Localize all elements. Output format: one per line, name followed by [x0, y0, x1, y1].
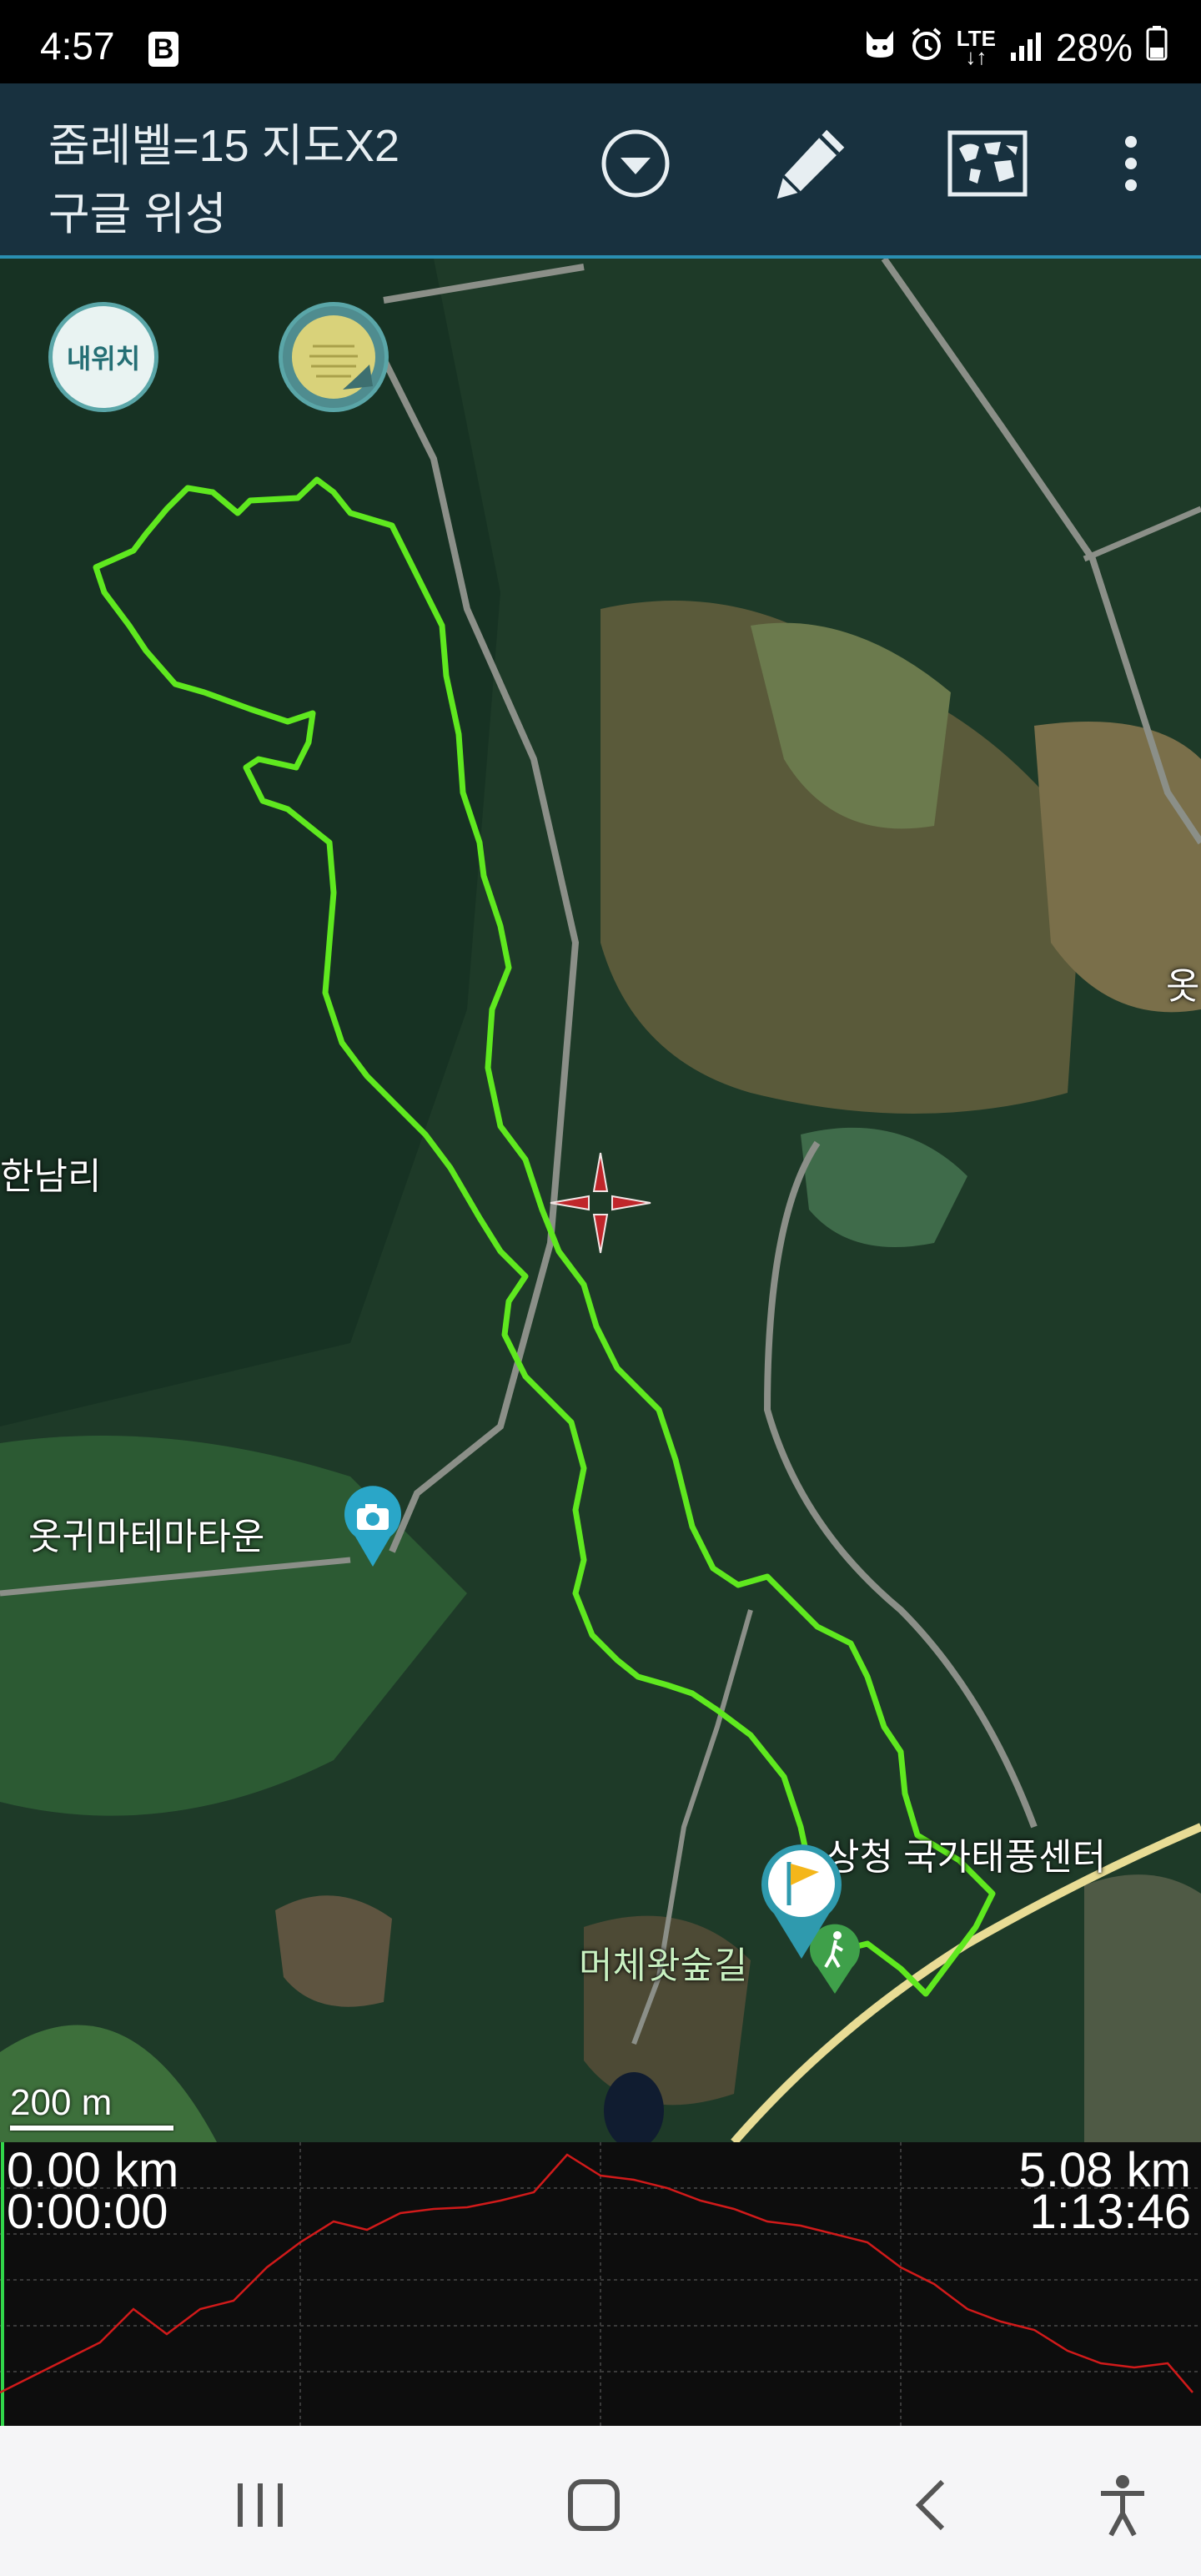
more-vert-icon: [1125, 136, 1137, 191]
satellite-map[interactable]: 내위치 한남리 옷귀마테마타운 상청 국가태풍센터 머체왓숲길 옷 200 m: [0, 259, 1201, 2142]
system-nav-bar: [0, 2426, 1201, 2576]
elevation-profile[interactable]: 0.00 km 0:00:00 5.08 km 1:13:46: [0, 2142, 1201, 2426]
back-icon: [915, 2479, 945, 2531]
place-label-typhoon-center: 상청 국가태풍센터: [826, 1837, 1107, 1878]
place-label-town: 옷귀마테마타운: [28, 1517, 265, 1557]
pencil-icon: [776, 129, 845, 199]
zoom-level-title: 줌레벨=15 지도X2: [48, 121, 400, 171]
edit-button[interactable]: [771, 123, 851, 204]
accessibility-icon: [1101, 2475, 1144, 2537]
layer-icon: [292, 315, 375, 399]
home-icon: [568, 2479, 620, 2531]
battery-text: 28%: [1055, 26, 1133, 69]
carrier-badge: B: [148, 32, 178, 67]
accessibility-button[interactable]: [1073, 2468, 1173, 2543]
cat-icon: [863, 29, 897, 67]
home-button[interactable]: [544, 2468, 644, 2543]
start-flag-marker[interactable]: [756, 1835, 847, 1965]
alarm-icon: [910, 27, 943, 68]
overflow-menu-button[interactable]: [1091, 123, 1171, 204]
app-bar: 줌레벨=15 지도X2 구글 위성: [0, 83, 1201, 259]
dropdown-button[interactable]: [595, 123, 676, 204]
start-time: 0:00:00: [7, 2185, 168, 2239]
map-source-title[interactable]: 구글 위성: [48, 177, 227, 243]
status-bar: 4:57 B LTE ↓↑ 28%: [0, 0, 1201, 83]
status-time: 4:57: [40, 24, 115, 68]
map-scale-bar: 200 m: [10, 2082, 173, 2131]
end-time: 1:13:46: [1029, 2185, 1191, 2239]
lte-icon: LTE ↓↑: [956, 26, 996, 69]
flag-icon: [761, 1844, 842, 1959]
place-label-hannam: 한남리: [0, 1156, 102, 1197]
place-label-forest-trail: 머체왓숲길: [579, 1945, 748, 1986]
elevation-line: [0, 2153, 1193, 2394]
camera-icon: [344, 1486, 401, 1567]
my-location-button[interactable]: 내위치: [48, 302, 158, 412]
world-map-icon: [947, 130, 1028, 197]
map-select-button[interactable]: [947, 123, 1028, 204]
recent-apps-icon: [238, 2483, 283, 2527]
back-button[interactable]: [881, 2468, 981, 2543]
place-label-edge: 옷: [1166, 966, 1200, 1007]
crosshair-icon: [549, 1151, 652, 1259]
battery-icon: [1146, 25, 1168, 70]
scale-label: 200 m: [10, 2082, 113, 2123]
recent-apps-button[interactable]: [210, 2468, 310, 2543]
camera-poi-marker[interactable]: [340, 1485, 405, 1572]
signal-icon: [1009, 25, 1043, 70]
dropdown-icon: [601, 129, 670, 198]
layer-toggle-button[interactable]: [279, 302, 389, 412]
